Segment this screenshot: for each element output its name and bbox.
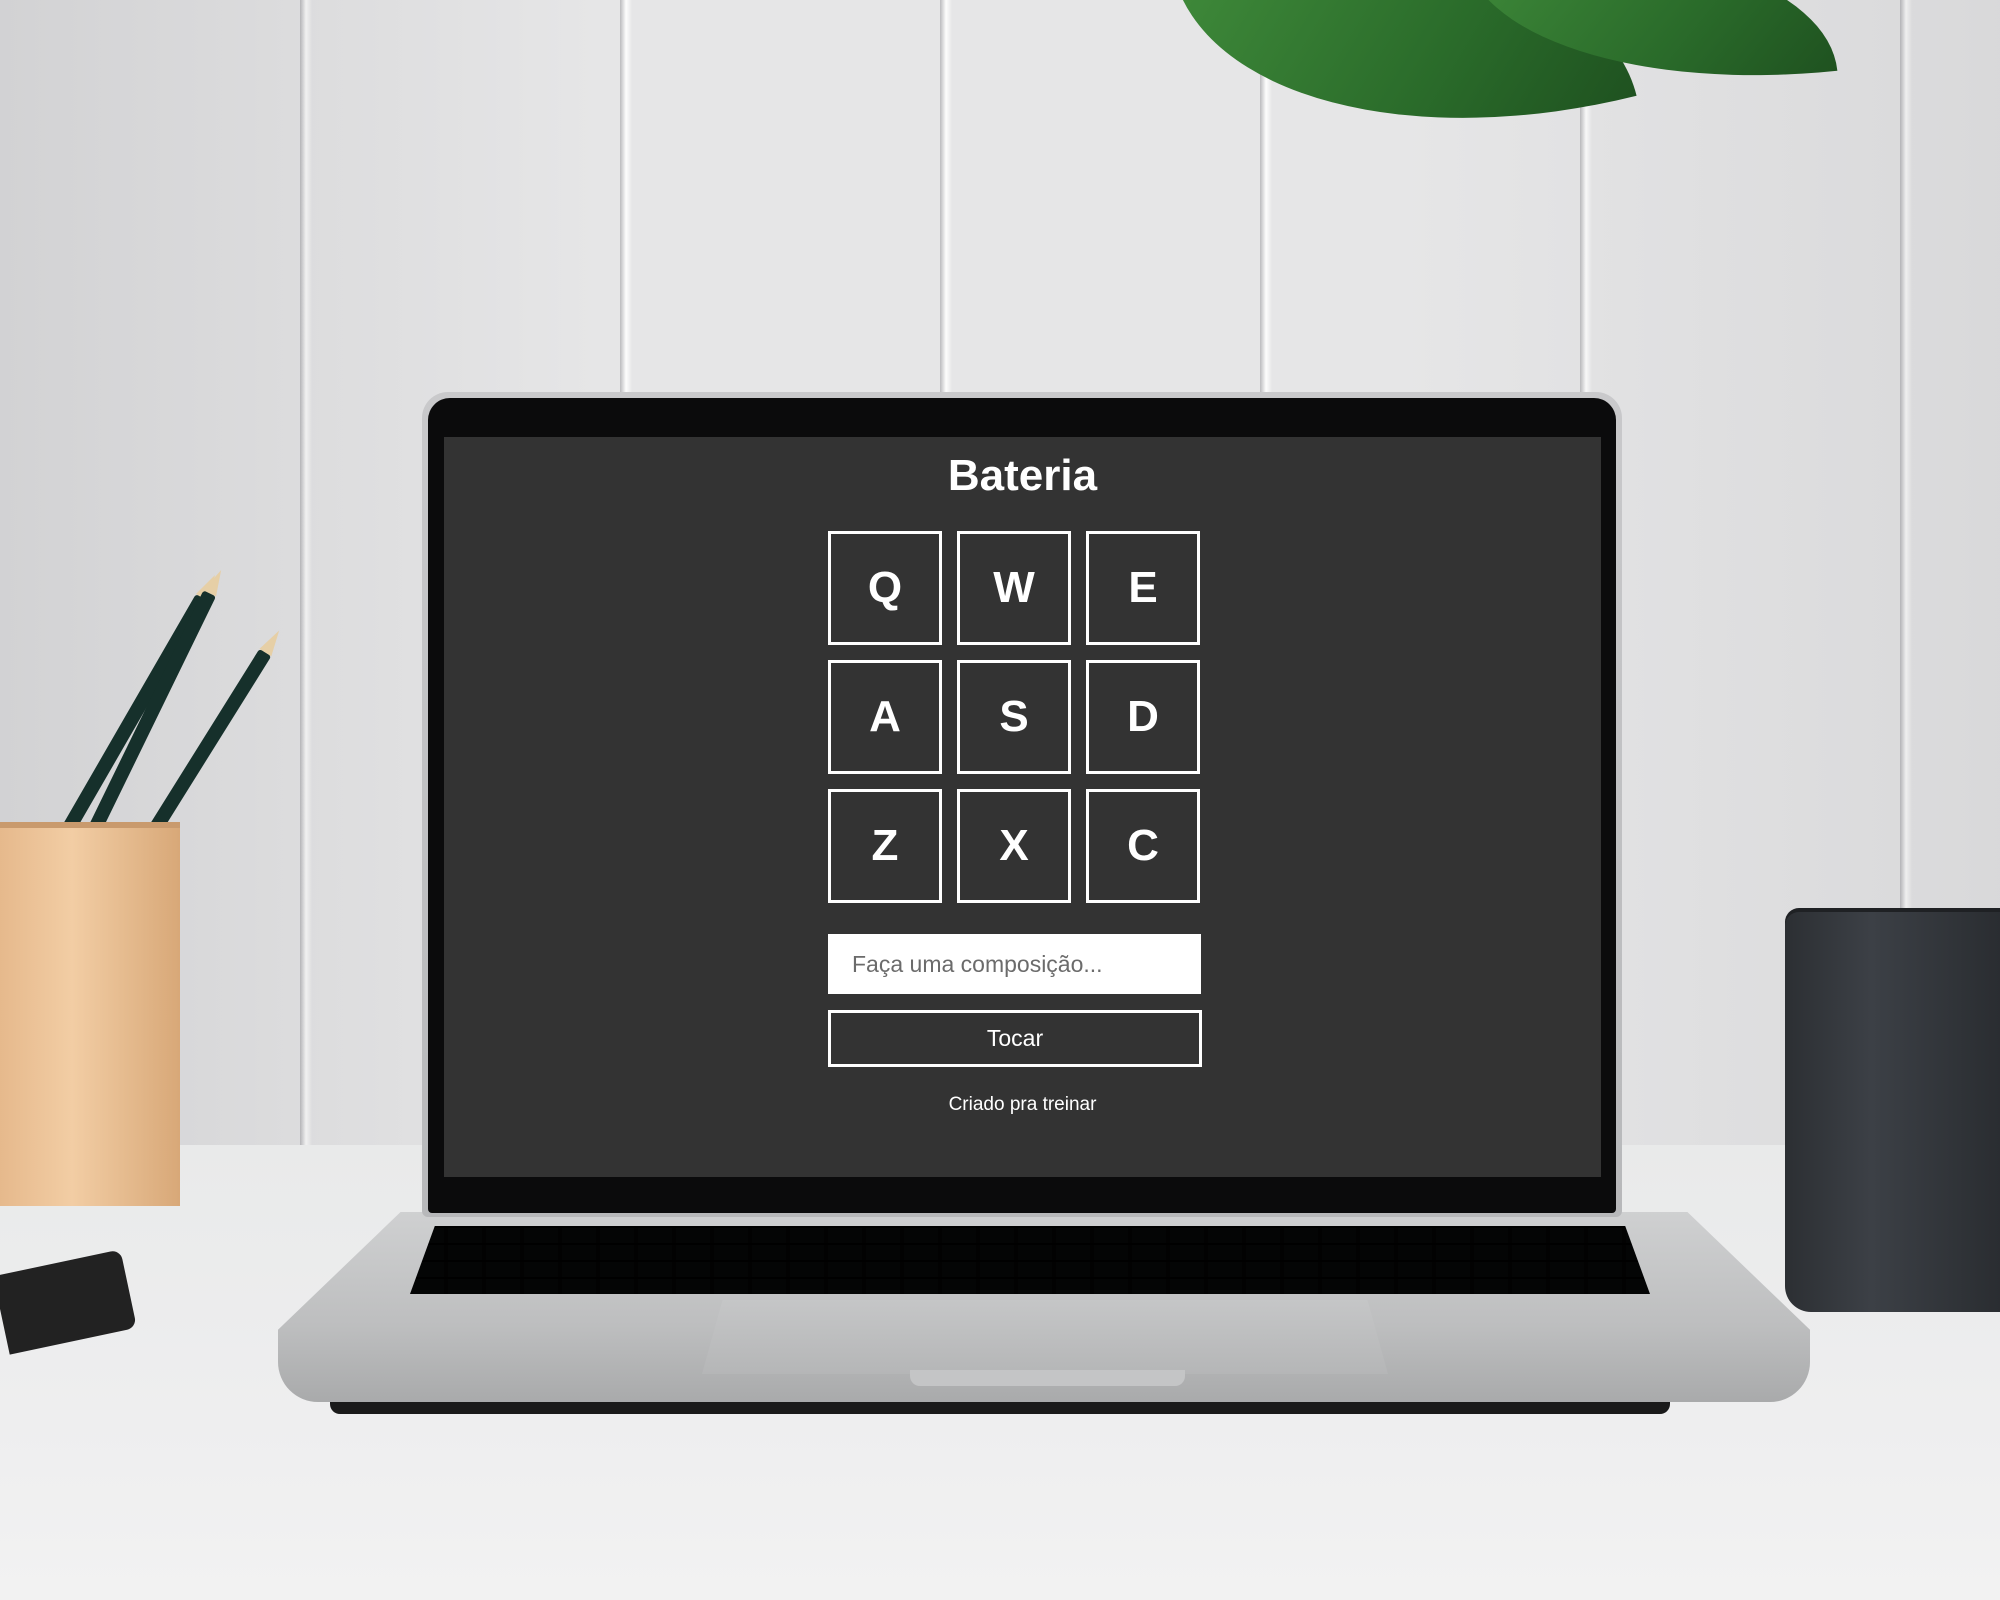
drum-pad-a[interactable]: A	[828, 660, 942, 774]
drum-pad-w[interactable]: W	[957, 531, 1071, 645]
pencil-cup	[0, 822, 180, 1206]
drum-pad-e[interactable]: E	[1086, 531, 1200, 645]
laptop-lid-notch	[910, 1370, 1185, 1386]
composition-input[interactable]	[828, 934, 1201, 994]
mug	[1785, 912, 2000, 1312]
footer-text: Criado pra treinar	[948, 1094, 1097, 1115]
drum-pad-d[interactable]: D	[1086, 660, 1200, 774]
laptop-foot	[330, 1400, 1670, 1414]
drum-pad-s[interactable]: S	[957, 660, 1071, 774]
laptop-trackpad	[702, 1300, 1388, 1374]
drum-pad-x[interactable]: X	[957, 789, 1071, 903]
laptop-keyboard	[410, 1226, 1650, 1294]
drum-pad-c[interactable]: C	[1086, 789, 1200, 903]
app-screen: Bateria Q W E A S D Z X C Tocar Criado p…	[444, 437, 1601, 1177]
page-title: Bateria	[947, 451, 1098, 500]
drum-pad-z[interactable]: Z	[828, 789, 942, 903]
drum-pad-q[interactable]: Q	[828, 531, 942, 645]
play-button[interactable]: Tocar	[828, 1010, 1202, 1067]
drum-pad-grid: Q W E A S D Z X C	[828, 531, 1202, 905]
